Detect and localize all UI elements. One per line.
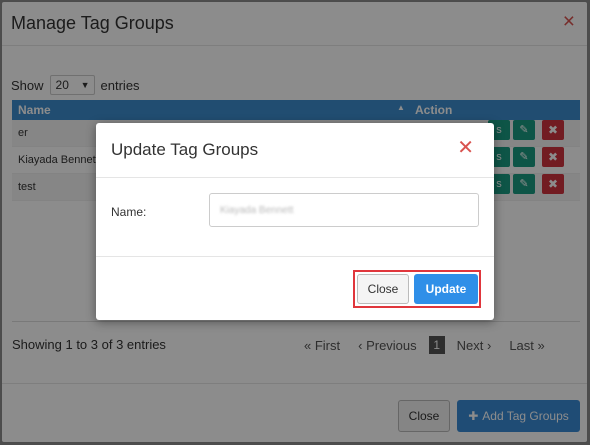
dialog-close-button[interactable]: Close xyxy=(357,274,409,304)
dialog-body: Name: Kiayada Bennett xyxy=(96,178,494,257)
name-input-value: Kiayada Bennett xyxy=(220,204,294,216)
close-icon[interactable]: ✕ xyxy=(457,138,474,158)
name-label: Name: xyxy=(111,205,147,219)
update-button[interactable]: Update xyxy=(414,274,478,304)
dialog-header: Update Tag Groups ✕ xyxy=(96,123,494,178)
dialog-title: Update Tag Groups xyxy=(111,140,259,159)
name-input[interactable]: Kiayada Bennett xyxy=(209,193,479,227)
